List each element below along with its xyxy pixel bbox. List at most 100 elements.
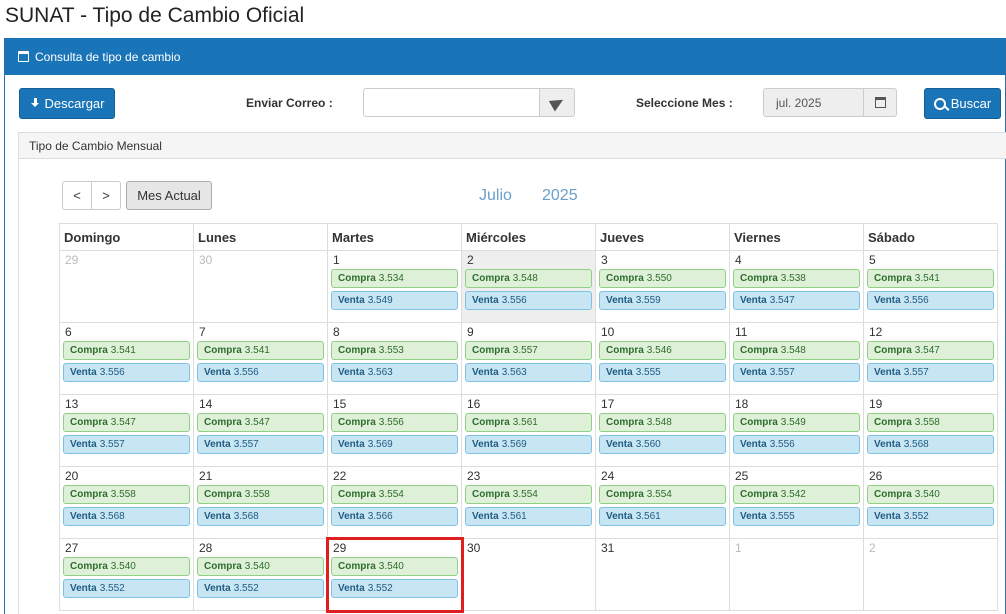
current-month-button[interactable]: Mes Actual [126,181,212,210]
calendar-day-cell[interactable]: 3 Compra 3.550 Venta 3.559 [595,250,730,323]
compra-rate-badge[interactable]: Compra 3.541 [63,341,190,360]
compra-rate-badge[interactable]: Compra 3.548 [465,269,592,288]
compra-rate-badge[interactable]: Compra 3.541 [867,269,994,288]
compra-rate-badge[interactable]: Compra 3.558 [867,413,994,432]
compra-rate-badge[interactable]: Compra 3.540 [63,557,190,576]
calendar-day-cell[interactable]: 7 Compra 3.541 Venta 3.556 [193,322,328,395]
calendar-day-cell[interactable]: 20 Compra 3.558 Venta 3.568 [59,466,194,539]
compra-rate-badge[interactable]: Compra 3.547 [197,413,324,432]
calendar-day-cell[interactable]: 30 [193,250,328,323]
calendar-day-cell[interactable]: 13 Compra 3.547 Venta 3.557 [59,394,194,467]
calendar-day-cell[interactable]: 28 Compra 3.540 Venta 3.552 [193,538,328,611]
calendar-day-cell[interactable]: 17 Compra 3.548 Venta 3.560 [595,394,730,467]
calendar-day-cell[interactable]: 1 Compra 3.534 Venta 3.549 [327,250,462,323]
venta-rate-badge[interactable]: Venta 3.549 [331,291,458,310]
calendar-day-cell[interactable]: 23 Compra 3.554 Venta 3.561 [461,466,596,539]
compra-rate-badge[interactable]: Compra 3.558 [63,485,190,504]
venta-rate-badge[interactable]: Venta 3.552 [197,579,324,598]
compra-rate-badge[interactable]: Compra 3.554 [331,485,458,504]
calendar-day-cell[interactable]: 31 [595,538,730,611]
compra-rate-badge[interactable]: Compra 3.538 [733,269,860,288]
calendar-day-cell[interactable]: 1 [729,538,864,611]
compra-rate-badge[interactable]: Compra 3.556 [331,413,458,432]
venta-rate-badge[interactable]: Venta 3.552 [63,579,190,598]
calendar-day-cell[interactable]: 27 Compra 3.540 Venta 3.552 [59,538,194,611]
calendar-day-cell[interactable]: 11 Compra 3.548 Venta 3.557 [729,322,864,395]
compra-rate-badge[interactable]: Compra 3.540 [197,557,324,576]
calendar-day-cell[interactable]: 9 Compra 3.557 Venta 3.563 [461,322,596,395]
venta-rate-badge[interactable]: Venta 3.568 [867,435,994,454]
venta-rate-badge[interactable]: Venta 3.556 [63,363,190,382]
venta-rate-badge[interactable]: Venta 3.559 [599,291,726,310]
venta-rate-badge[interactable]: Venta 3.547 [733,291,860,310]
download-button[interactable]: Descargar [19,88,115,119]
venta-rate-badge[interactable]: Venta 3.557 [197,435,324,454]
venta-rate-badge[interactable]: Venta 3.552 [867,507,994,526]
compra-rate-badge[interactable]: Compra 3.558 [197,485,324,504]
calendar-day-cell[interactable]: 4 Compra 3.538 Venta 3.547 [729,250,864,323]
email-input[interactable] [363,88,540,117]
calendar-day-cell[interactable]: 2 [863,538,998,611]
next-month-button[interactable]: > [91,181,121,210]
venta-rate-badge[interactable]: Venta 3.556 [197,363,324,382]
month-input[interactable] [763,88,864,117]
compra-rate-badge[interactable]: Compra 3.547 [867,341,994,360]
compra-rate-badge[interactable]: Compra 3.557 [465,341,592,360]
send-email-button[interactable] [539,88,575,117]
calendar-day-cell[interactable]: 8 Compra 3.553 Venta 3.563 [327,322,462,395]
calendar-day-cell[interactable]: 30 [461,538,596,611]
search-button[interactable]: Buscar [924,88,1001,119]
calendar-day-cell[interactable]: 6 Compra 3.541 Venta 3.556 [59,322,194,395]
venta-rate-badge[interactable]: Venta 3.556 [465,291,592,310]
calendar-day-cell[interactable]: 2 Compra 3.548 Venta 3.556 [461,250,596,323]
venta-rate-badge[interactable]: Venta 3.561 [599,507,726,526]
calendar-day-cell[interactable]: 29 Compra 3.540 Venta 3.552 [325,536,464,613]
compra-rate-badge[interactable]: Compra 3.542 [733,485,860,504]
calendar-day-cell[interactable]: 19 Compra 3.558 Venta 3.568 [863,394,998,467]
calendar-day-cell[interactable]: 29 [59,250,194,323]
calendar-day-cell[interactable]: 10 Compra 3.546 Venta 3.555 [595,322,730,395]
venta-rate-badge[interactable]: Venta 3.569 [331,435,458,454]
venta-rate-badge[interactable]: Venta 3.557 [63,435,190,454]
compra-rate-badge[interactable]: Compra 3.540 [867,485,994,504]
calendar-day-cell[interactable]: 15 Compra 3.556 Venta 3.569 [327,394,462,467]
venta-rate-badge[interactable]: Venta 3.568 [197,507,324,526]
venta-rate-badge[interactable]: Venta 3.556 [867,291,994,310]
compra-rate-badge[interactable]: Compra 3.548 [599,413,726,432]
prev-month-button[interactable]: < [62,181,92,210]
venta-rate-badge[interactable]: Venta 3.555 [733,507,860,526]
venta-rate-badge[interactable]: Venta 3.561 [465,507,592,526]
venta-rate-badge[interactable]: Venta 3.552 [331,579,458,598]
calendar-day-cell[interactable]: 5 Compra 3.541 Venta 3.556 [863,250,998,323]
venta-rate-badge[interactable]: Venta 3.556 [733,435,860,454]
compra-rate-badge[interactable]: Compra 3.546 [599,341,726,360]
calendar-day-cell[interactable]: 25 Compra 3.542 Venta 3.555 [729,466,864,539]
month-picker-button[interactable] [863,88,897,117]
calendar-day-cell[interactable]: 22 Compra 3.554 Venta 3.566 [327,466,462,539]
venta-rate-badge[interactable]: Venta 3.555 [599,363,726,382]
compra-rate-badge[interactable]: Compra 3.547 [63,413,190,432]
compra-rate-badge[interactable]: Compra 3.554 [465,485,592,504]
calendar-day-cell[interactable]: 12 Compra 3.547 Venta 3.557 [863,322,998,395]
compra-rate-badge[interactable]: Compra 3.561 [465,413,592,432]
compra-rate-badge[interactable]: Compra 3.540 [331,557,458,576]
venta-rate-badge[interactable]: Venta 3.563 [465,363,592,382]
calendar-day-cell[interactable]: 21 Compra 3.558 Venta 3.568 [193,466,328,539]
venta-rate-badge[interactable]: Venta 3.568 [63,507,190,526]
venta-rate-badge[interactable]: Venta 3.569 [465,435,592,454]
compra-rate-badge[interactable]: Compra 3.534 [331,269,458,288]
venta-rate-badge[interactable]: Venta 3.557 [733,363,860,382]
compra-rate-badge[interactable]: Compra 3.550 [599,269,726,288]
compra-rate-badge[interactable]: Compra 3.541 [197,341,324,360]
venta-rate-badge[interactable]: Venta 3.557 [867,363,994,382]
compra-rate-badge[interactable]: Compra 3.548 [733,341,860,360]
venta-rate-badge[interactable]: Venta 3.566 [331,507,458,526]
venta-rate-badge[interactable]: Venta 3.560 [599,435,726,454]
calendar-day-cell[interactable]: 16 Compra 3.561 Venta 3.569 [461,394,596,467]
compra-rate-badge[interactable]: Compra 3.554 [599,485,726,504]
venta-rate-badge[interactable]: Venta 3.563 [331,363,458,382]
calendar-day-cell[interactable]: 18 Compra 3.549 Venta 3.556 [729,394,864,467]
calendar-day-cell[interactable]: 26 Compra 3.540 Venta 3.552 [863,466,998,539]
compra-rate-badge[interactable]: Compra 3.553 [331,341,458,360]
compra-rate-badge[interactable]: Compra 3.549 [733,413,860,432]
